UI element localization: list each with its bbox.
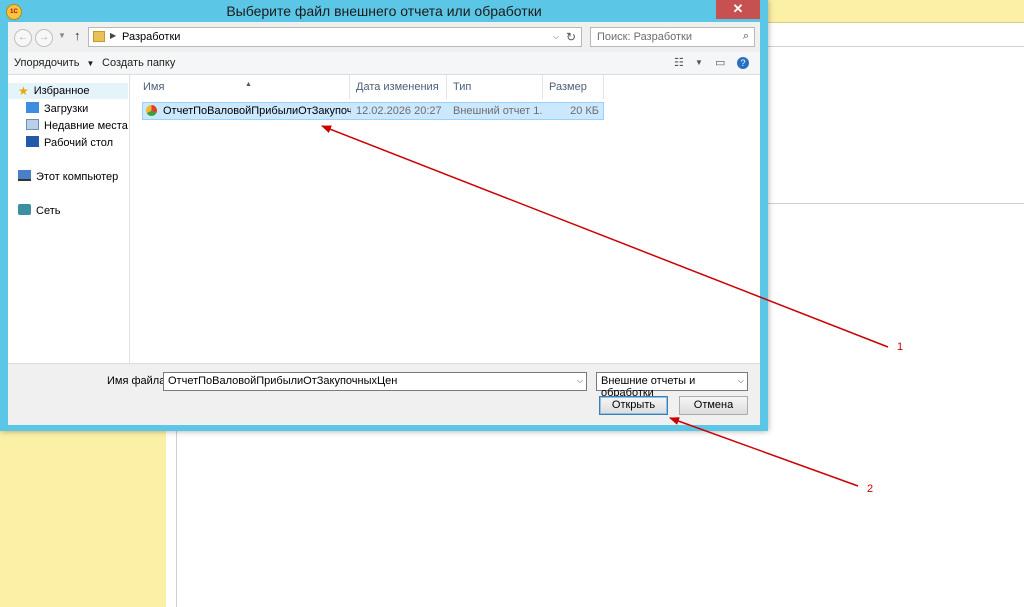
computer-icon	[18, 170, 31, 181]
sort-ascending-icon: ▲	[245, 81, 252, 88]
filetype-dropdown-icon[interactable]: ⌵	[738, 376, 744, 386]
command-toolbar: Упорядочить ▼ Создать папку ☷ ▼ ▭ ?	[8, 52, 760, 75]
up-arrow-icon[interactable]: ↑	[74, 28, 81, 43]
nav-item-label: Этот компьютер	[36, 171, 119, 183]
file-list: Имя ▲ Дата изменения Тип Размер ОтчетПоВ…	[130, 75, 760, 363]
folder-icon	[93, 31, 105, 42]
column-header-label: Имя	[143, 81, 165, 93]
address-dropdown-icon[interactable]: ⌵	[553, 32, 559, 42]
help-icon[interactable]: ?	[737, 57, 749, 69]
dialog-client-area: ← → ▼ ↑ ▶ Разработки ⌵ ↻ ⌕ Упорядочить ▼…	[8, 22, 760, 425]
downloads-folder-icon	[26, 102, 39, 113]
column-header-size[interactable]: Размер	[543, 75, 604, 99]
nav-item-this-pc[interactable]: Этот компьютер	[18, 169, 118, 185]
dialog-footer: Имя файла: ОтчетПоВаловойПрибылиОтЗакупо…	[8, 363, 760, 425]
nav-item-label: Избранное	[33, 85, 90, 97]
desktop-icon	[26, 136, 39, 147]
file-size: 20 КБ	[570, 105, 599, 117]
network-icon	[18, 204, 31, 215]
filetype-select[interactable]: Внешние отчеты и обработки ⌵	[596, 372, 748, 399]
search-box[interactable]: ⌕	[590, 27, 755, 47]
organize-label: Упорядочить	[14, 57, 80, 69]
file-name: ОтчетПоВаловойПрибылиОтЗакупочн...	[163, 105, 351, 117]
nav-item-label: Недавние места	[44, 120, 128, 132]
nav-item-network[interactable]: Сеть	[18, 203, 60, 219]
annotation-number-2: 2	[867, 483, 874, 495]
new-folder-button[interactable]: Создать папку	[102, 57, 175, 69]
search-icon[interactable]: ⌕	[743, 30, 749, 43]
filename-value[interactable]: ОтчетПоВаловойПрибылиОтЗакупочныхЦен	[168, 375, 397, 387]
address-bar[interactable]: ▶ Разработки ⌵ ↻	[88, 27, 582, 47]
file-type: Внешний отчет 1...	[453, 105, 543, 117]
breadcrumb-current-folder[interactable]: Разработки	[122, 31, 180, 43]
annotation-number-1: 1	[897, 341, 904, 353]
nav-item-favorites[interactable]: ★ Избранное	[8, 83, 128, 99]
file-row[interactable]: ОтчетПоВаловойПрибылиОтЗакупочн... 12.02…	[142, 102, 604, 120]
nav-item-desktop[interactable]: Рабочий стол	[26, 135, 113, 151]
back-arrow-icon[interactable]: ←	[14, 29, 32, 47]
column-header-date[interactable]: Дата изменения	[350, 75, 447, 99]
column-header-name[interactable]: Имя ▲	[137, 75, 350, 99]
filename-label: Имя файла:	[107, 375, 169, 387]
filename-combobox[interactable]: ОтчетПоВаловойПрибылиОтЗакупочныхЦен ⌵	[163, 372, 587, 391]
forward-arrow-icon[interactable]: →	[35, 29, 53, 47]
column-header-type[interactable]: Тип	[447, 75, 543, 99]
nav-item-label: Сеть	[36, 205, 61, 217]
view-options-icon[interactable]: ☷	[674, 56, 684, 69]
nav-item-label: Рабочий стол	[44, 137, 114, 149]
refresh-icon[interactable]: ↻	[566, 30, 576, 44]
cancel-button[interactable]: Отмена	[679, 396, 748, 415]
search-input[interactable]	[595, 30, 734, 44]
open-button[interactable]: Открыть	[599, 396, 668, 415]
star-icon: ★	[18, 84, 29, 98]
organize-chevron-icon: ▼	[86, 59, 95, 68]
external-report-file-icon	[146, 105, 157, 116]
file-date: 12.02.2026 20:27	[356, 105, 442, 117]
close-button[interactable]: ✕	[716, 0, 760, 19]
dialog-title: Выберите файл внешнего отчета или обрабо…	[226, 3, 542, 19]
view-options-chevron-icon[interactable]: ▼	[695, 58, 703, 67]
dialog-titlebar[interactable]: 1С Выберите файл внешнего отчета или обр…	[0, 0, 768, 22]
recent-places-icon	[26, 119, 39, 130]
recent-locations-chevron-icon[interactable]: ▼	[58, 31, 66, 40]
nav-item-recent-places[interactable]: Недавние места	[26, 118, 128, 134]
filename-dropdown-icon[interactable]: ⌵	[577, 376, 583, 386]
nav-item-label: Загрузки	[44, 103, 89, 115]
file-open-dialog: 1С Выберите файл внешнего отчета или обр…	[0, 0, 768, 431]
nav-item-downloads[interactable]: Загрузки	[26, 101, 88, 117]
navigation-pane: ★ Избранное Загрузки Недавние места Рабоч…	[8, 75, 130, 363]
preview-pane-icon[interactable]: ▭	[715, 56, 725, 69]
organize-button[interactable]: Упорядочить ▼	[14, 57, 94, 69]
breadcrumb-chevron-icon[interactable]: ▶	[110, 31, 116, 40]
